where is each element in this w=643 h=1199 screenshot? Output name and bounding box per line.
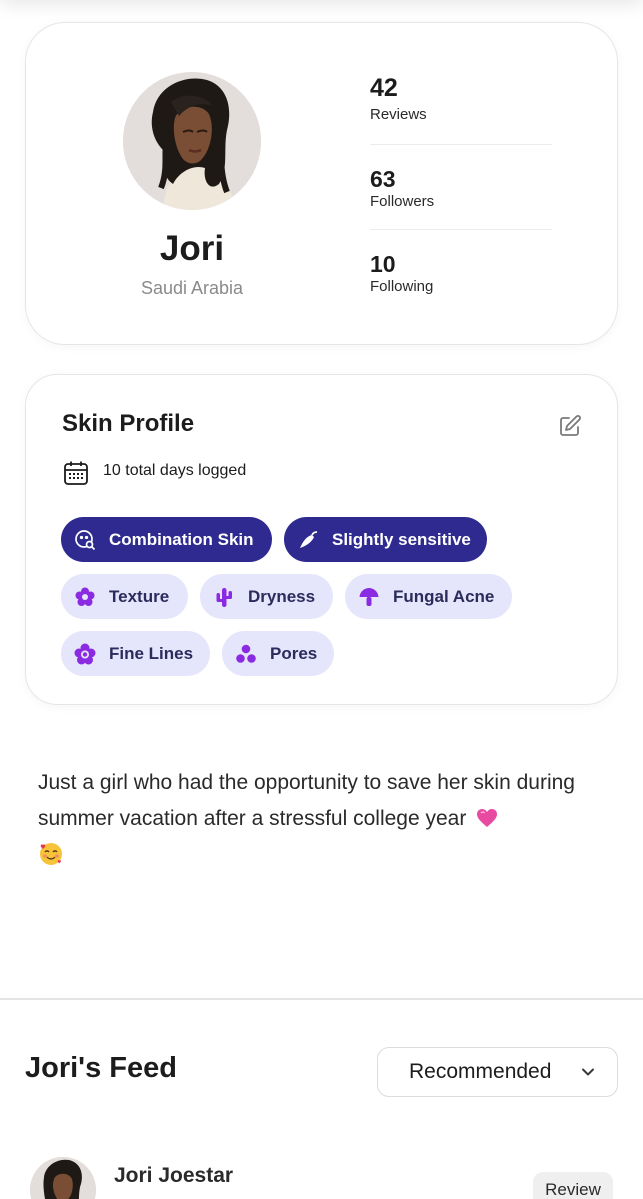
- stat-value: 42: [370, 74, 398, 102]
- avatar-illustration: [123, 72, 261, 210]
- tag-fine-lines[interactable]: Fine Lines: [61, 631, 210, 676]
- circles-icon: [235, 643, 257, 665]
- cactus-icon: [213, 586, 235, 608]
- stat-divider: [370, 144, 552, 145]
- post-author-avatar[interactable]: [30, 1157, 96, 1199]
- tag-label: Slightly sensitive: [332, 529, 471, 549]
- tag-label: Combination Skin: [109, 529, 254, 549]
- tag-label: Dryness: [248, 586, 316, 606]
- stat-following[interactable]: 10 Following: [370, 249, 552, 297]
- stat-label: Following: [370, 278, 434, 295]
- tag-label: Fine Lines: [109, 643, 194, 663]
- tag-pores[interactable]: Pores: [222, 631, 334, 676]
- chevron-down-icon: [582, 1068, 594, 1076]
- tag-texture[interactable]: Texture: [61, 574, 188, 619]
- flower-icon: [74, 586, 96, 608]
- face-search-icon: [74, 529, 96, 551]
- stat-reviews[interactable]: 42 Reviews: [370, 73, 552, 125]
- tag-label: Fungal Acne: [393, 586, 495, 606]
- calendar-icon: [63, 460, 89, 486]
- stat-divider: [370, 229, 552, 230]
- bio: Just a girl who had the opportunity to s…: [38, 765, 608, 873]
- skin-profile-card: Skin Profile 10 total days logged Combin…: [25, 374, 618, 705]
- profile-country: Saudi Arabia: [140, 278, 244, 298]
- tag-dryness[interactable]: Dryness: [200, 574, 333, 619]
- avatar[interactable]: [123, 72, 261, 210]
- skin-profile-title: Skin Profile: [62, 410, 195, 437]
- post-author-name[interactable]: Jori Joestar: [114, 1164, 233, 1188]
- post-type-badge: Review: [533, 1172, 613, 1199]
- stat-value: 10: [370, 251, 396, 277]
- pink-heart-icon: [477, 809, 498, 827]
- tag-combination-skin[interactable]: Combination Skin: [61, 517, 272, 562]
- stat-label: Followers: [370, 193, 435, 210]
- stat-label: Reviews: [370, 106, 427, 123]
- tag-slightly-sensitive[interactable]: Slightly sensitive: [284, 517, 487, 562]
- tag-label: Pores: [270, 643, 318, 663]
- tag-fungal-acne[interactable]: Fungal Acne: [345, 574, 512, 619]
- smiling-face-with-hearts-icon: [40, 843, 62, 865]
- days-logged-text: 10 total days logged: [103, 462, 247, 479]
- profile-name: Jori: [159, 229, 225, 268]
- mushroom-icon: [358, 586, 380, 608]
- stat-followers[interactable]: 63 Followers: [370, 164, 552, 212]
- profile-card: Jori Saudi Arabia 42 Reviews 63 Follower…: [25, 22, 618, 345]
- rose-icon: [74, 643, 96, 665]
- feed-title: Jori's Feed: [25, 1052, 177, 1084]
- feed-sort-value: Recommended: [409, 1060, 552, 1083]
- feed-divider: [0, 998, 643, 1000]
- edit-icon[interactable]: [558, 414, 582, 438]
- stat-value: 63: [370, 166, 396, 192]
- feed-sort-select[interactable]: Recommended: [377, 1047, 618, 1097]
- chili-pepper-icon: [297, 529, 319, 551]
- avatar-illustration: [30, 1157, 96, 1199]
- tag-label: Texture: [109, 586, 170, 606]
